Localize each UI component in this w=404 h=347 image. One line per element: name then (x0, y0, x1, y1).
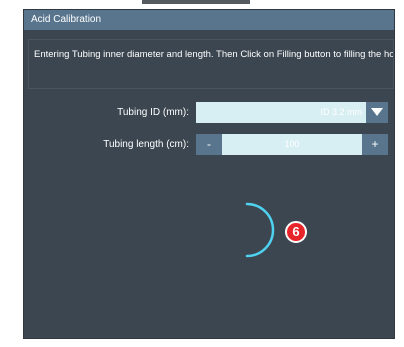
tubing-length-stepper: - 100 + (196, 134, 388, 155)
triangle-down-icon (371, 108, 383, 116)
tubing-id-select[interactable]: ID 3.2 mm (196, 102, 388, 123)
tubing-length-field[interactable]: 100 (222, 134, 362, 155)
dialog-title: Acid Calibration (24, 10, 394, 30)
loading-spinner-icon (245, 202, 275, 258)
instruction-panel: Entering Tubing inner diameter and lengt… (28, 39, 394, 89)
instruction-text: Entering Tubing inner diameter and lengt… (34, 49, 394, 60)
acid-calibration-dialog: Acid Calibration Entering Tubing inner d… (23, 9, 395, 339)
annotation-badge: 6 (285, 221, 307, 243)
tubing-length-label: Tubing length (cm): (103, 139, 189, 150)
background-window-edge (142, 0, 250, 4)
tubing-id-label: Tubing ID (mm): (117, 107, 189, 118)
dropdown-button[interactable] (366, 102, 388, 123)
decrement-button[interactable]: - (196, 134, 222, 155)
increment-button[interactable]: + (362, 134, 388, 155)
tubing-id-value: ID 3.2 mm (320, 107, 362, 117)
